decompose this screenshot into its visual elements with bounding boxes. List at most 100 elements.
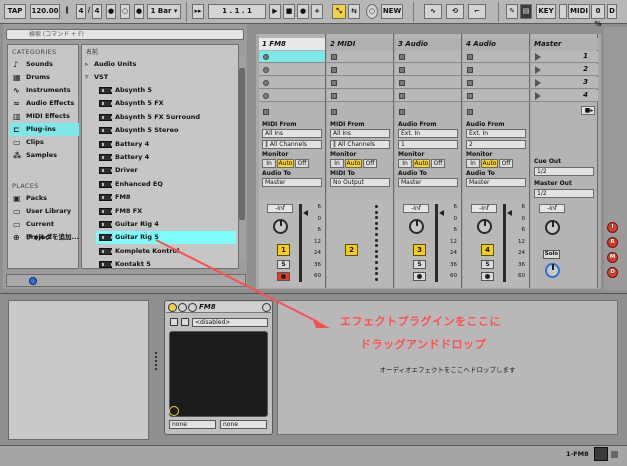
scene-slot[interactable]: 1 — [531, 51, 598, 63]
track-solo-button[interactable]: S — [481, 260, 494, 269]
track-activator-button[interactable]: 3 — [413, 244, 426, 256]
clip-slot[interactable] — [463, 77, 529, 89]
mixer-toggle-button[interactable]: M — [607, 252, 618, 263]
plugin-item[interactable]: Absynth 5 — [96, 84, 236, 97]
clip-slot[interactable] — [463, 64, 529, 76]
clip-slot[interactable] — [395, 51, 461, 63]
input-channel-select[interactable]: ‖ All Channels — [262, 140, 322, 149]
device-resize-handle[interactable] — [155, 352, 158, 370]
io-toggle-button[interactable]: I — [607, 222, 618, 233]
monitor-in-button[interactable]: In — [262, 159, 276, 168]
track-arm-button[interactable] — [481, 272, 494, 281]
monitor-off-button[interactable]: Off — [431, 159, 445, 168]
time-signature-numerator[interactable]: 4 — [76, 4, 86, 19]
clip-stop-icon[interactable] — [331, 67, 337, 73]
track-name[interactable]: 4 Audio — [463, 38, 529, 50]
monitor-auto-button[interactable]: Auto — [481, 159, 498, 168]
delay-toggle-button[interactable]: D — [607, 267, 618, 278]
session-record-icon[interactable]: ○ — [366, 4, 378, 19]
punch-icon[interactable]: ⌐ — [468, 4, 486, 19]
clip-slot[interactable] — [259, 64, 325, 76]
stop-all-clips-button[interactable]: ■▸ — [581, 106, 595, 115]
input-type-select[interactable]: All Ins — [330, 129, 390, 138]
clip-record-icon[interactable] — [263, 93, 269, 99]
clip-stop-icon[interactable] — [467, 93, 473, 99]
output-type-select[interactable]: Master — [262, 178, 322, 187]
track-activator-button[interactable]: 4 — [481, 244, 494, 256]
monitor-in-button[interactable]: In — [398, 159, 412, 168]
place-packs[interactable]: ▣ Packs — [9, 192, 79, 205]
scene-slot[interactable]: 4 — [531, 90, 598, 102]
arrangement-position[interactable]: 1 . 1 . 1 — [208, 4, 266, 19]
automation-arm-icon[interactable]: ⤡ — [332, 4, 346, 19]
scene-slot[interactable]: 2 — [531, 64, 598, 76]
category-clips[interactable]: ▭ Clips — [9, 136, 79, 149]
input-type-select[interactable]: Ext. In — [398, 129, 458, 138]
plugin-item[interactable]: FM8 — [96, 191, 236, 204]
plugin-item[interactable]: Absynth 5 FX Surround — [96, 111, 236, 124]
monitor-auto-button[interactable]: Auto — [277, 159, 294, 168]
clip-slot[interactable] — [395, 90, 461, 102]
track-stop-icon[interactable] — [331, 109, 337, 115]
metronome-bars-icon[interactable]: ‖ — [63, 4, 71, 19]
device-view-toggle-icon[interactable] — [594, 447, 608, 461]
clip-stop-icon[interactable] — [399, 80, 405, 86]
device-preset-select[interactable]: <disabled> — [192, 318, 268, 327]
category-samples[interactable]: ⁂ Samples — [9, 149, 79, 162]
track-activator-button[interactable]: 1 — [277, 244, 290, 256]
monitor-in-button[interactable]: In — [466, 159, 480, 168]
clip-slot[interactable] — [327, 77, 393, 89]
monitor-in-button[interactable]: In — [330, 159, 344, 168]
clip-stop-icon[interactable] — [467, 54, 473, 60]
place-current-project[interactable]: ▭ Current Project — [9, 218, 79, 241]
volume-fader-handle-icon[interactable] — [439, 210, 444, 216]
master-track-name[interactable]: Master — [531, 38, 598, 50]
plugin-item[interactable]: FM8 FX — [96, 205, 236, 218]
plugin-group-row[interactable]: ▹ Audio Units — [84, 58, 238, 71]
xy-control-pad[interactable] — [169, 331, 268, 417]
time-signature-denominator[interactable]: 4 — [92, 4, 102, 19]
output-type-select[interactable]: Master — [466, 178, 526, 187]
plugin-item[interactable]: Absynth 5 FX — [96, 97, 236, 110]
device-unfold-icon[interactable] — [170, 318, 178, 326]
clip-slot[interactable] — [327, 90, 393, 102]
metronome-dots-icon[interactable]: ○ — [120, 4, 130, 19]
plugin-item[interactable]: Kontakt 5 — [96, 258, 236, 271]
new-button[interactable]: NEW — [381, 4, 403, 19]
track-name[interactable]: 2 MIDI — [327, 38, 393, 50]
clip-slot[interactable] — [327, 64, 393, 76]
cue-volume-knob[interactable] — [545, 263, 560, 278]
plugin-item[interactable]: Battery 4 — [96, 151, 236, 164]
key-map-button[interactable]: KEY — [536, 4, 556, 19]
play-icon[interactable]: ▶ — [269, 4, 281, 19]
metronome-icon[interactable]: ● — [106, 4, 116, 19]
category-audio-effects[interactable]: ≈ Audio Effects — [9, 97, 79, 110]
device-activator-icon[interactable] — [168, 303, 177, 312]
input-type-select[interactable]: Ext. In — [466, 129, 526, 138]
input-channel-select[interactable]: ‖ All Channels — [330, 140, 390, 149]
input-type-select[interactable]: All Ins — [262, 129, 322, 138]
clip-record-icon[interactable] — [263, 80, 269, 86]
tempo-field[interactable]: 120.00 — [30, 4, 60, 19]
output-type-select[interactable]: Master — [398, 178, 458, 187]
track-stop-icon[interactable] — [263, 109, 269, 115]
plugin-item[interactable]: Guitar Rig 4 — [96, 218, 236, 231]
x-param-select[interactable]: none — [169, 420, 216, 429]
monitor-off-button[interactable]: Off — [295, 159, 309, 168]
plugin-item[interactable]: Enhanced EQ — [96, 178, 236, 191]
metronome-dot-icon[interactable]: ● — [134, 4, 144, 19]
track-solo-button[interactable]: S — [413, 260, 426, 269]
volume-fader-handle-icon[interactable] — [303, 210, 308, 216]
monitor-auto-button[interactable]: Auto — [345, 159, 362, 168]
clip-slot[interactable] — [259, 77, 325, 89]
clip-slot[interactable] — [259, 51, 325, 63]
track-volume-field[interactable]: -Inf — [267, 204, 293, 213]
track-arm-button[interactable] — [413, 272, 426, 281]
monitor-auto-button[interactable]: Auto — [413, 159, 430, 168]
clip-stop-icon[interactable] — [399, 93, 405, 99]
browser-scrollbar-thumb[interactable] — [239, 68, 245, 220]
track-activator-button[interactable]: 2 — [345, 244, 358, 256]
track-stop-icon[interactable] — [467, 109, 473, 115]
input-channel-select[interactable]: 1 — [398, 140, 458, 149]
scene-slot[interactable]: 3 — [531, 77, 598, 89]
